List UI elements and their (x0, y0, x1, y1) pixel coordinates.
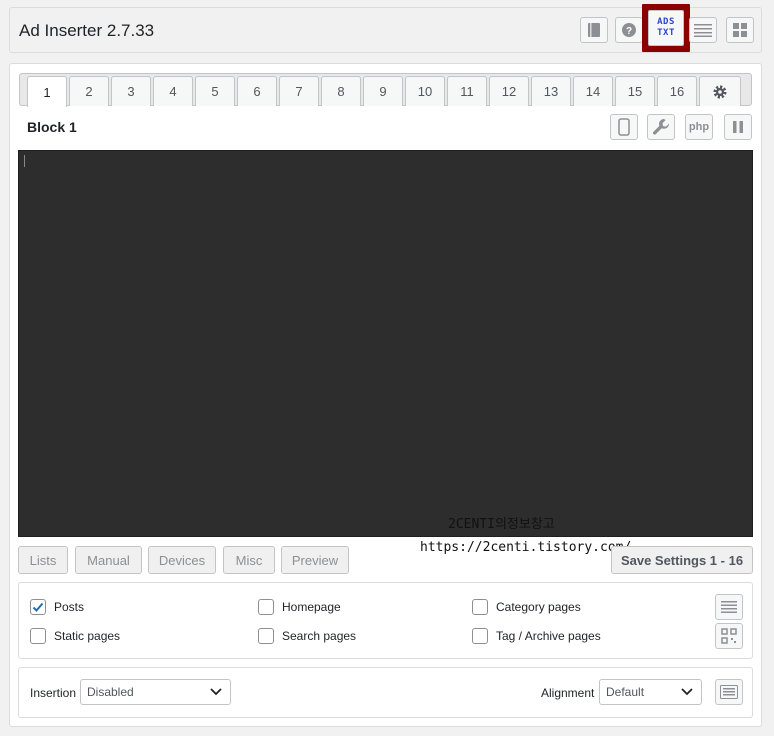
misc-button[interactable]: Misc (223, 546, 275, 574)
tab-16[interactable]: 16 (657, 76, 697, 106)
book-icon (588, 23, 600, 37)
chevron-down-icon (210, 688, 222, 696)
insertion-value: Disabled (87, 685, 134, 699)
list-icon (694, 24, 712, 37)
tag-archive-pages-checkbox[interactable]: Tag / Archive pages (472, 628, 601, 644)
search-pages-label: Search pages (282, 629, 357, 643)
text-cursor (24, 155, 25, 167)
watermark-title: 2CENTI의정보창고 (448, 517, 555, 532)
tab-7[interactable]: 7 (279, 76, 319, 106)
tools-button[interactable] (647, 114, 675, 140)
tab-5[interactable]: 5 (195, 76, 235, 106)
tab-settings[interactable] (699, 76, 741, 106)
homepage-label: Homepage (282, 600, 341, 614)
tab-1[interactable]: 1 (27, 76, 67, 107)
checkbox-box[interactable] (472, 599, 488, 615)
gear-icon (713, 85, 727, 98)
block-title: Block 1 (27, 119, 77, 135)
static-pages-label: Static pages (54, 629, 121, 643)
category-pages-checkbox[interactable]: Category pages (472, 599, 581, 615)
tab-3[interactable]: 3 (111, 76, 151, 106)
php-button[interactable]: php (685, 114, 713, 140)
check-icon (32, 602, 44, 612)
filter-list-button[interactable] (715, 594, 743, 620)
tab-15[interactable]: 15 (615, 76, 655, 106)
ads-txt-button[interactable]: ADS TXT (648, 10, 684, 46)
tab-13[interactable]: 13 (531, 76, 571, 106)
preview-button[interactable]: Preview (281, 546, 349, 574)
watermark-url: https://2centi.tistory.com/ (420, 540, 632, 555)
tab-4[interactable]: 4 (153, 76, 193, 106)
devices-button[interactable]: Devices (148, 546, 216, 574)
block-tabs: 1 2 3 4 5 6 7 8 9 10 11 12 13 14 15 16 (19, 73, 752, 107)
alignment-select[interactable]: Default (599, 679, 702, 705)
documentation-button[interactable] (580, 17, 608, 43)
qr-code-icon (721, 628, 737, 644)
tab-11[interactable]: 11 (447, 76, 487, 106)
svg-text:?: ? (626, 26, 632, 37)
checkbox-box[interactable] (258, 628, 274, 644)
pause-button[interactable] (724, 114, 752, 140)
insertion-label: Insertion (30, 686, 77, 700)
posts-label: Posts (54, 600, 85, 614)
checkbox-box[interactable] (30, 599, 46, 615)
tab-6[interactable]: 6 (237, 76, 277, 106)
pause-icon (733, 121, 743, 133)
block-panel: 1 2 3 4 5 6 7 8 9 10 11 12 13 14 15 16 B… (9, 63, 762, 727)
help-button[interactable]: ? (615, 17, 643, 43)
tablet-icon (618, 118, 630, 136)
checkbox-box[interactable] (258, 599, 274, 615)
tag-archive-pages-label: Tag / Archive pages (496, 629, 601, 643)
checkbox-box[interactable] (30, 628, 46, 644)
tab-10[interactable]: 10 (405, 76, 445, 106)
tab-14[interactable]: 14 (573, 76, 613, 106)
device-button[interactable] (610, 114, 638, 140)
tab-12[interactable]: 12 (489, 76, 529, 106)
page-type-filters: Posts Homepage Category pages Static pag… (18, 582, 753, 659)
grid-view-button[interactable] (726, 17, 754, 43)
homepage-checkbox[interactable]: Homepage (258, 599, 341, 615)
insertion-select[interactable]: Disabled (80, 679, 231, 705)
qr-code-button[interactable] (715, 623, 743, 649)
lists-button[interactable]: Lists (18, 546, 68, 574)
chevron-down-icon (681, 688, 693, 696)
checkbox-box[interactable] (472, 628, 488, 644)
list-view-button[interactable] (689, 17, 717, 43)
code-editor[interactable] (18, 150, 753, 537)
help-icon: ? (622, 23, 636, 37)
alignment-value: Default (606, 685, 645, 699)
tab-9[interactable]: 9 (363, 76, 403, 106)
code-generator-button[interactable] (715, 679, 743, 705)
ads-txt-icon: ADS TXT (657, 17, 675, 38)
keyboard-icon (720, 685, 738, 699)
wrench-icon (653, 119, 670, 135)
grid-icon (733, 23, 747, 37)
list-icon (721, 601, 737, 613)
tab-8[interactable]: 8 (321, 76, 361, 106)
alignment-label: Alignment (541, 686, 595, 700)
category-pages-label: Category pages (496, 600, 581, 614)
search-pages-checkbox[interactable]: Search pages (258, 628, 356, 644)
insertion-options: Insertion Disabled Alignment Default (18, 667, 753, 718)
save-settings-button[interactable]: Save Settings 1 - 16 (611, 546, 753, 574)
app-title: Ad Inserter 2.7.33 (19, 21, 155, 40)
posts-checkbox[interactable]: Posts (30, 599, 84, 615)
static-pages-checkbox[interactable]: Static pages (30, 628, 120, 644)
manual-button[interactable]: Manual (75, 546, 142, 574)
tab-2[interactable]: 2 (69, 76, 109, 106)
